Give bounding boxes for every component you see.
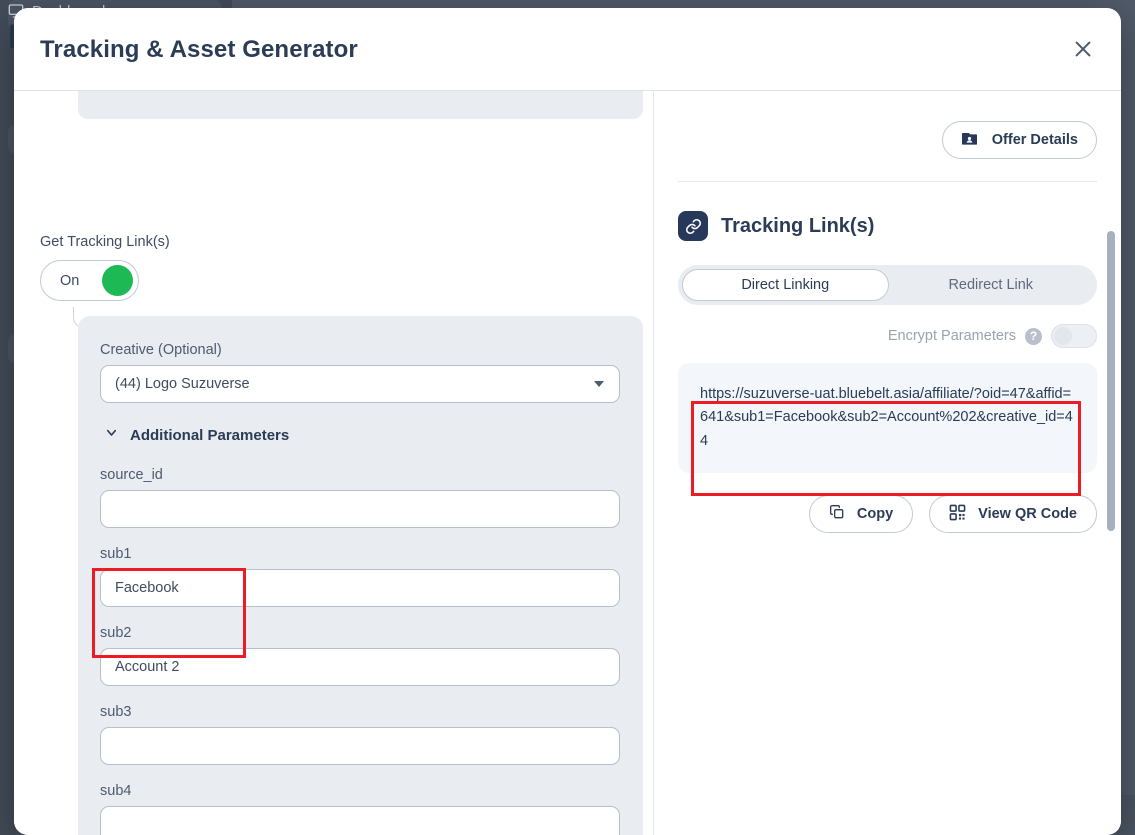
copy-label: Copy: [857, 506, 893, 522]
source-id-label: source_id: [100, 467, 621, 483]
section-divider: [678, 181, 1097, 182]
copy-icon: [829, 504, 845, 524]
sub3-label: sub3: [100, 704, 621, 720]
tracking-url-text[interactable]: https://suzuverse-uat.bluebelt.asia/affi…: [690, 375, 1085, 461]
sub2-field-group: sub2: [100, 625, 621, 686]
source-id-input[interactable]: [100, 490, 620, 528]
chevron-down-icon: [104, 425, 119, 445]
tracking-url-container: https://suzuverse-uat.bluebelt.asia/affi…: [678, 363, 1097, 473]
offer-details-row: Offer Details: [678, 91, 1097, 159]
link-icon: [678, 211, 708, 241]
copy-button[interactable]: Copy: [809, 495, 913, 533]
link-type-tabs: Direct Linking Redirect Link: [678, 265, 1097, 305]
close-button[interactable]: [1067, 34, 1099, 66]
question-mark-icon[interactable]: ?: [1025, 328, 1042, 345]
contact-card-icon: [961, 131, 978, 150]
offer-details-button[interactable]: Offer Details: [942, 121, 1097, 159]
tracking-links-panel: Offer Details Tracking Link(s) Direct Li…: [654, 91, 1121, 835]
previous-section-card-clipped: [78, 91, 643, 119]
toggle-knob: [1054, 327, 1072, 345]
encrypt-parameters-label: Encrypt Parameters: [888, 328, 1016, 344]
form-panel: Get Tracking Link(s) On Creative (Option…: [14, 91, 653, 835]
sub1-field-group: sub1: [100, 546, 621, 607]
tab-redirect-link[interactable]: Redirect Link: [889, 269, 1094, 301]
modal-scrollbar-thumb[interactable]: [1107, 231, 1115, 531]
encrypt-parameters-toggle[interactable]: [1051, 324, 1097, 348]
close-icon: [1072, 38, 1094, 63]
sub4-input[interactable]: [100, 806, 620, 835]
creative-field-group: Creative (Optional): [100, 342, 621, 403]
sub1-input[interactable]: [100, 569, 620, 607]
sub2-input[interactable]: [100, 648, 620, 686]
toggle-knob: [102, 265, 133, 296]
additional-parameters-label: Additional Parameters: [130, 427, 289, 444]
creative-label: Creative (Optional): [100, 342, 621, 358]
page-title: Tracking & Asset Generator: [40, 36, 358, 64]
offer-details-label: Offer Details: [992, 132, 1078, 148]
tracking-asset-generator-modal: Tracking & Asset Generator Get Tracking …: [14, 8, 1121, 835]
sub3-input[interactable]: [100, 727, 620, 765]
additional-parameters-toggle[interactable]: Additional Parameters: [104, 425, 621, 445]
get-tracking-links-label: Get Tracking Link(s): [40, 234, 170, 250]
encrypt-parameters-row: Encrypt Parameters ?: [678, 324, 1097, 348]
source-id-field-group: source_id: [100, 467, 621, 528]
sub4-label: sub4: [100, 783, 621, 799]
tracking-links-title: Tracking Link(s): [721, 215, 874, 238]
view-qr-code-button[interactable]: View QR Code: [929, 495, 1097, 533]
sub3-field-group: sub3: [100, 704, 621, 765]
creative-select[interactable]: [100, 365, 620, 403]
tab-direct-linking[interactable]: Direct Linking: [682, 269, 889, 301]
sub4-field-group: sub4: [100, 783, 621, 835]
tracking-links-header: Tracking Link(s): [678, 211, 1097, 241]
parameters-card: Creative (Optional) Additional Parameter…: [78, 316, 643, 835]
sub1-label: sub1: [100, 546, 621, 562]
modal-body: Get Tracking Link(s) On Creative (Option…: [14, 91, 1121, 835]
get-tracking-links-toggle[interactable]: On: [40, 260, 139, 301]
toggle-state-label: On: [60, 273, 79, 289]
view-qr-label: View QR Code: [978, 506, 1077, 522]
sub2-label: sub2: [100, 625, 621, 641]
link-actions-row: Copy View QR Code: [678, 495, 1097, 533]
modal-header: Tracking & Asset Generator: [14, 8, 1121, 91]
qr-code-icon: [949, 504, 966, 525]
